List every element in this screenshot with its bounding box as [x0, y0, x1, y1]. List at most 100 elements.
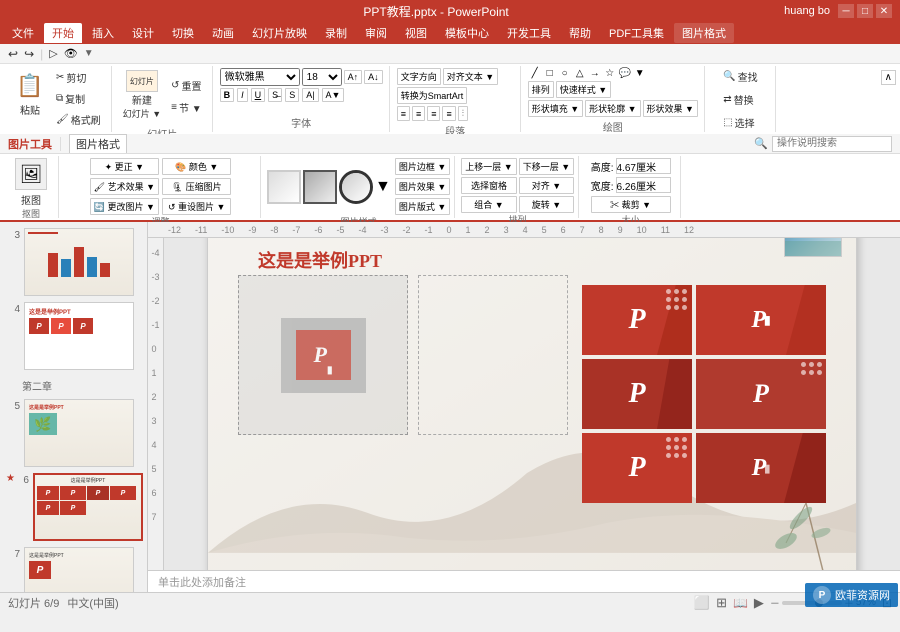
menu-file[interactable]: 文件 [4, 23, 42, 43]
slide-thumb-active[interactable]: 这是是举例PPT P P P P [33, 473, 143, 541]
reset-pic-button[interactable]: ↺ 重设图片 ▼ [162, 198, 231, 215]
menu-view[interactable]: 视图 [397, 23, 435, 43]
list-item[interactable]: ★ 6 这是是举例PPT P P P [4, 471, 143, 543]
columns-button[interactable]: ⫶ [458, 106, 468, 121]
view-reading-icon[interactable]: 📖 [733, 596, 748, 610]
section-button[interactable]: ≡ 节 ▼ [167, 98, 206, 117]
rect-icon[interactable]: □ [543, 68, 557, 79]
bold-button[interactable]: B [220, 88, 235, 102]
convert-smartart-button[interactable]: 转换为SmartArt [397, 87, 468, 104]
align-left-button[interactable]: ≡ [397, 106, 410, 121]
slide-thumb[interactable]: 这是是举例PPT P P P [24, 302, 134, 370]
menu-help[interactable]: 帮助 [561, 23, 599, 43]
menu-insert[interactable]: 插入 [84, 23, 122, 43]
align-center-button[interactable]: ≡ [412, 106, 425, 121]
format-tab-label[interactable]: 图片格式 [69, 134, 127, 153]
menu-pdf[interactable]: PDF工具集 [601, 23, 672, 43]
ppt-icon-5[interactable]: P [582, 433, 692, 503]
list-item[interactable]: 5 这是是举例PPT 🌿 [4, 397, 143, 469]
slide-canvas-area[interactable]: 这是是举例PPT P ▮ [164, 238, 900, 570]
arrange-button[interactable]: 排列 [528, 81, 554, 98]
menu-developer[interactable]: 开发工具 [499, 23, 559, 43]
view-normal-icon[interactable]: ⬜ [694, 595, 710, 611]
menu-template[interactable]: 模板中心 [437, 23, 497, 43]
menu-animations[interactable]: 动画 [204, 23, 242, 43]
shadow-button[interactable]: S [285, 88, 299, 102]
list-item[interactable]: 3 [4, 226, 143, 298]
text-direction-button[interactable]: 文字方向 [397, 68, 441, 85]
backward-button[interactable]: 下移一层 ▼ [519, 158, 574, 175]
pic-effect-button[interactable]: 图片效果 ▼ [395, 178, 450, 195]
minimize-button[interactable]: ─ [838, 4, 854, 18]
compress-button[interactable]: 🗜 压缩图片 [162, 178, 231, 195]
menu-design[interactable]: 设计 [124, 23, 162, 43]
find-button[interactable]: 🔍 查找 [719, 67, 761, 86]
rotate-button[interactable]: 旋转 ▼ [519, 196, 574, 213]
callout-icon[interactable]: 💬 [618, 68, 632, 79]
menu-transitions[interactable]: 切换 [164, 23, 202, 43]
color-button[interactable]: 🎨 颜色 ▼ [162, 158, 231, 175]
increase-font-button[interactable]: A↑ [344, 70, 363, 84]
zoom-out-button[interactable]: － [770, 595, 780, 610]
select-button[interactable]: ⬚ 选择 [719, 113, 761, 132]
redo-qa-btn[interactable]: ↪ [24, 47, 34, 61]
undo-qa-btn[interactable]: ↩ [8, 47, 18, 61]
close-button[interactable]: ✕ [876, 4, 892, 18]
paste-button[interactable]: 📋 粘贴 [10, 68, 50, 124]
qa-eye[interactable]: 👁 [64, 47, 78, 60]
start-btn[interactable]: ▷ [49, 47, 57, 60]
ppt-icon-3[interactable]: P [582, 359, 692, 429]
more-styles-button[interactable]: ▼ [375, 178, 391, 196]
cutout-label[interactable]: 抠图 [21, 192, 41, 207]
style-thumb-3[interactable] [339, 170, 373, 204]
cut-button[interactable]: ✂ 剪切 [52, 68, 105, 87]
justify-button[interactable]: ≡ [442, 106, 455, 121]
content-text-box[interactable] [418, 275, 568, 435]
font-size-select[interactable]: 18 [302, 68, 342, 86]
qa-down[interactable]: ▼ [84, 48, 94, 59]
change-pic-button[interactable]: 🔄 更改图片 ▼ [90, 198, 159, 215]
new-slide-button[interactable]: 幻灯片 新建 幻灯片 ▼ [119, 68, 165, 124]
maximize-button[interactable]: □ [857, 4, 873, 18]
menu-review[interactable]: 审阅 [357, 23, 395, 43]
placeholder-box[interactable]: P ▮ [238, 275, 408, 435]
line-icon[interactable]: ╱ [528, 68, 542, 79]
artistic-button[interactable]: 🖌 艺术效果 ▼ [90, 178, 159, 195]
group-button[interactable]: 组合 ▼ [461, 196, 516, 213]
menu-picture-format[interactable]: 图片格式 [674, 23, 734, 43]
slide-thumb[interactable]: 这是是举例PPT 🌿 [24, 399, 134, 467]
italic-button[interactable]: I [237, 88, 248, 102]
decrease-font-button[interactable]: A↓ [364, 70, 383, 84]
arrow-icon[interactable]: → [588, 68, 602, 79]
ppt-icon-4[interactable]: P [696, 359, 826, 429]
slide-thumb[interactable] [24, 228, 134, 296]
view-sorter-icon[interactable]: ⊞ [716, 595, 727, 611]
circle-icon[interactable]: ○ [558, 68, 572, 79]
view-slideshow-icon[interactable]: ▶ [754, 595, 764, 611]
ppt-icon-1[interactable]: P [582, 285, 692, 355]
menu-slideshow[interactable]: 幻灯片放映 [244, 23, 315, 43]
crop-button[interactable]: ✂ 裁剪 ▼ [591, 196, 671, 213]
replace-button[interactable]: ⇄ 替换 [719, 90, 761, 109]
list-item[interactable]: 7 这是是举例PPT P [4, 545, 143, 592]
width-input[interactable] [616, 177, 671, 193]
slide-thumb[interactable]: 这是是举例PPT P [24, 547, 134, 592]
align-button[interactable]: 对齐 ▼ [519, 177, 574, 194]
strikethrough-button[interactable]: S̶ [268, 88, 282, 102]
align-right-button[interactable]: ≡ [427, 106, 440, 121]
forward-button[interactable]: 上移一层 ▼ [461, 158, 516, 175]
ribbon-collapse-button[interactable]: ∧ [881, 70, 896, 85]
selection-pane-button[interactable]: 选择窗格 [461, 177, 516, 194]
menu-home[interactable]: 开始 [44, 23, 82, 43]
underline-button[interactable]: U [251, 88, 266, 102]
align-text-button[interactable]: 对齐文本 ▼ [443, 68, 498, 85]
shape-effect-button[interactable]: 形状效果 ▼ [643, 100, 698, 117]
font-color-button[interactable]: A▼ [322, 88, 345, 102]
search-input[interactable] [772, 136, 892, 152]
style-thumb-1[interactable] [267, 170, 301, 204]
height-input[interactable] [616, 158, 671, 174]
ppt-icon-2[interactable]: P ▮ [696, 285, 826, 355]
reset-button[interactable]: ↺ 重置 [167, 76, 206, 95]
pic-layout-button[interactable]: 图片版式 ▼ [395, 198, 450, 215]
format-brush-button[interactable]: 🖌 格式刷 [52, 110, 105, 129]
